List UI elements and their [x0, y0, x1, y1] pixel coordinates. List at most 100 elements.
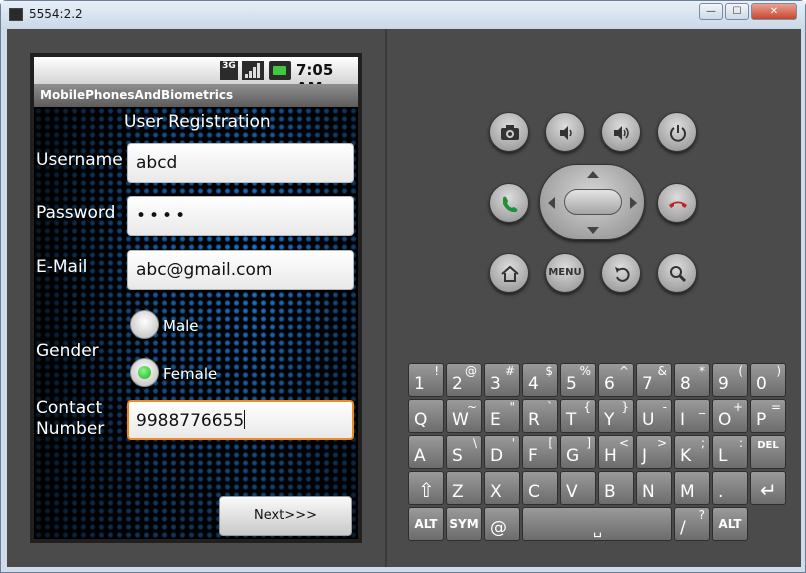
key-alt-label: \ — [472, 436, 477, 450]
email-field[interactable]: abc@gmail.com — [127, 250, 354, 290]
key-s[interactable]: S \ — [446, 435, 482, 469]
battery-icon — [269, 61, 291, 80]
volume-down-button[interactable] — [545, 112, 585, 152]
contact-number-field[interactable]: 9988776655 — [127, 400, 354, 440]
key-1[interactable]: 1! — [408, 363, 444, 397]
key-shift[interactable]: ⇧ — [408, 471, 444, 505]
gender-female-label[interactable]: Female — [163, 365, 217, 383]
key-u[interactable]: U- — [636, 399, 672, 433]
key-alt-label: % — [579, 364, 591, 378]
key-5[interactable]: 5% — [560, 363, 596, 397]
back-button[interactable] — [601, 253, 641, 293]
key-2[interactable]: 2 @ — [446, 363, 482, 397]
dpad-down-icon[interactable] — [587, 227, 599, 234]
key-at[interactable]: @ — [484, 507, 520, 541]
call-button[interactable] — [489, 183, 529, 223]
key-9[interactable]: 9( — [712, 363, 748, 397]
key-i[interactable]: I _ — [674, 399, 710, 433]
key-y[interactable]: Y} — [598, 399, 634, 433]
maximize-button[interactable]: ☐ — [725, 3, 749, 20]
key-del[interactable]: DEL — [750, 435, 786, 469]
key-label: ↵ — [760, 478, 777, 502]
key-r[interactable]: R ` — [522, 399, 558, 433]
dpad[interactable] — [539, 164, 645, 240]
key-slash[interactable]: /? — [674, 507, 710, 541]
key-d[interactable]: D ' — [484, 435, 520, 469]
gender-male-label[interactable]: Male — [163, 317, 199, 335]
key-alt-label: + — [732, 400, 743, 414]
key-x[interactable]: X — [484, 471, 520, 505]
key-6[interactable]: 6 ^ — [598, 363, 634, 397]
key-label: P — [756, 410, 767, 430]
key-alt-label: _ — [699, 400, 705, 414]
key-e[interactable]: E " — [484, 399, 520, 433]
key-label: H — [604, 446, 617, 466]
key-w[interactable]: W ~ — [446, 399, 482, 433]
home-button[interactable] — [489, 253, 529, 293]
key-m[interactable]: M — [674, 471, 710, 505]
key-g[interactable]: G] — [560, 435, 596, 469]
next-button[interactable]: Next>>> — [219, 496, 352, 536]
key-0[interactable]: 0) — [750, 363, 786, 397]
key-enter[interactable]: ↵ — [750, 471, 786, 505]
app-title-bar: MobilePhonesAndBiometrics — [34, 84, 358, 107]
gender-male-radio[interactable] — [130, 310, 159, 339]
key-alt-label: @ — [465, 364, 477, 378]
key-label: 3 — [490, 374, 501, 394]
key-alt-left[interactable]: ALT — [408, 507, 444, 541]
key-q[interactable]: Q — [408, 399, 444, 433]
key-label: 2 — [452, 374, 463, 394]
key-4[interactable]: 4 $ — [522, 363, 558, 397]
key-alt-label: { — [583, 400, 591, 414]
key-label: L — [718, 446, 728, 466]
key-j[interactable]: J > — [636, 435, 672, 469]
key-label: O — [718, 410, 732, 430]
key-k[interactable]: K; — [674, 435, 710, 469]
key-7[interactable]: 7 & — [636, 363, 672, 397]
key-v[interactable]: V — [560, 471, 596, 505]
key-alt-label: * — [699, 364, 705, 378]
username-field[interactable]: abcd — [127, 143, 354, 183]
key-t[interactable]: T{ — [560, 399, 596, 433]
key-label: 0 — [756, 374, 767, 394]
volume-up-button[interactable] — [601, 112, 641, 152]
key-sym[interactable]: SYM — [446, 507, 482, 541]
key-c[interactable]: C — [522, 471, 558, 505]
end-call-button[interactable] — [657, 183, 697, 223]
key-3[interactable]: 3 # — [484, 363, 520, 397]
key-label: Q — [414, 410, 428, 430]
key-z[interactable]: Z — [446, 471, 482, 505]
key-label: B — [604, 482, 616, 502]
key-b[interactable]: B — [598, 471, 634, 505]
key-h[interactable]: H < — [598, 435, 634, 469]
close-button[interactable]: ✕ — [751, 3, 797, 20]
key-f[interactable]: F[ — [522, 435, 558, 469]
key-alt-label: } — [621, 400, 629, 414]
key-label: ALT — [414, 517, 438, 531]
key-n[interactable]: N — [636, 471, 672, 505]
minimize-button[interactable]: — — [699, 3, 723, 20]
key-8[interactable]: 8 * — [674, 363, 710, 397]
password-field[interactable]: •••• — [127, 196, 354, 236]
dpad-left-icon[interactable] — [548, 197, 555, 209]
key-alt-right[interactable]: ALT — [712, 507, 748, 541]
key-p[interactable]: P = — [750, 399, 786, 433]
key-period[interactable]: . — [712, 471, 748, 505]
key-l[interactable]: L: — [712, 435, 748, 469]
search-button[interactable] — [657, 253, 697, 293]
key-o[interactable]: O + — [712, 399, 748, 433]
key-alt-label: = — [770, 400, 781, 414]
key-label: R — [528, 410, 540, 430]
menu-button[interactable]: MENU — [545, 253, 585, 293]
dpad-right-icon[interactable] — [630, 197, 637, 209]
form-title: User Registration — [124, 112, 271, 132]
key-space[interactable]: ␣ — [522, 507, 672, 541]
key-label: @ — [490, 518, 507, 538]
dpad-up-icon[interactable] — [587, 171, 599, 178]
dpad-center-button[interactable] — [564, 189, 622, 215]
emulator-body: 3G 7:05 AM MobilePhonesAndBiometrics Use… — [7, 29, 801, 567]
camera-button[interactable] — [489, 112, 529, 152]
gender-female-radio[interactable] — [130, 358, 159, 387]
power-button[interactable] — [657, 112, 697, 152]
key-a[interactable]: A — [408, 435, 444, 469]
